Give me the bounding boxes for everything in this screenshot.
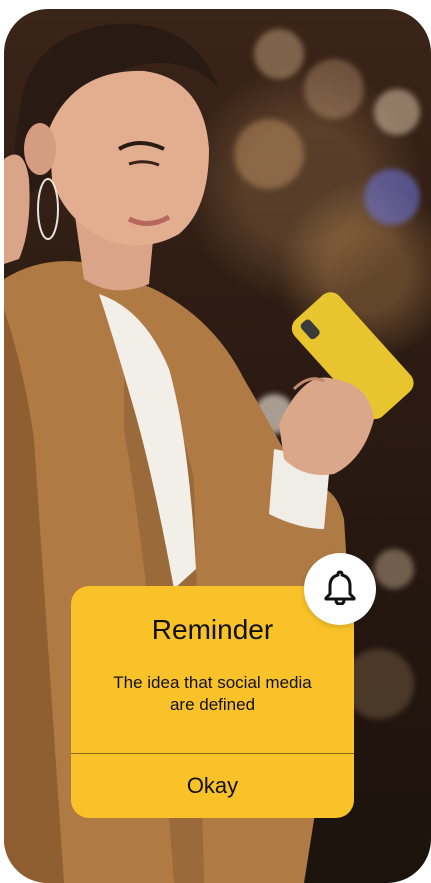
okay-button[interactable]: Okay: [71, 754, 354, 818]
phone-screen: Reminder The idea that social media are …: [4, 9, 431, 883]
reminder-message: The idea that social media are defined: [113, 673, 312, 714]
bell-icon: [323, 569, 357, 609]
reminder-dialog: Reminder The idea that social media are …: [71, 586, 354, 818]
notification-bell-badge[interactable]: [304, 553, 376, 625]
reminder-title: Reminder: [151, 614, 274, 645]
